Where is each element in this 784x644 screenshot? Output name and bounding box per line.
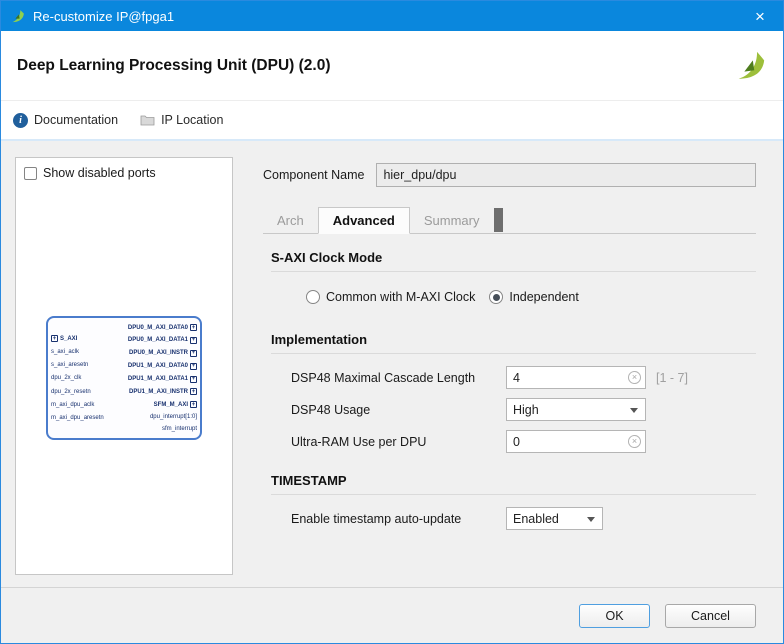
show-disabled-ports-label: Show disabled ports xyxy=(43,166,156,180)
chevron-down-icon xyxy=(630,408,638,413)
ultra-ram-row: Ultra-RAM Use per DPU × xyxy=(291,430,756,453)
timestamp-auto-update-select[interactable]: Enabled xyxy=(506,507,603,530)
diagram-port: DPU1_M_AXI_DATA1 + xyxy=(127,375,197,383)
diagram-right-ports: DPU0_M_AXI_DATA0 + DPU0_M_AXI_DATA1 + DPU0… xyxy=(128,322,197,434)
interface-expand-icon: + xyxy=(190,401,197,409)
dsp48-cascade-label: DSP48 Maximal Cascade Length xyxy=(291,370,476,385)
diagram-port: + S_AXI xyxy=(51,335,78,342)
diagram-port: sfm_interrupt xyxy=(161,426,197,432)
dsp48-cascade-input[interactable] xyxy=(506,366,646,389)
diagram-port: SFM_M_AXI + xyxy=(153,401,197,409)
interface-expand-icon: + xyxy=(190,362,197,370)
diagram-port: s_axi_aclk xyxy=(51,349,80,356)
config-area: Component Name Arch Advanced Summary S-A… xyxy=(249,141,769,589)
timestamp-auto-update-row: Enable timestamp auto-update Enabled xyxy=(291,507,756,530)
diagram-port: DPU0_M_AXI_DATA1 + xyxy=(127,336,197,344)
diagram-port: s_axi_aresetn xyxy=(51,362,89,369)
tab-arch[interactable]: Arch xyxy=(263,208,318,233)
tab-advanced[interactable]: Advanced xyxy=(317,207,410,234)
ultra-ram-label: Ultra-RAM Use per DPU xyxy=(291,434,427,449)
radio-common-maxi-clock[interactable]: Common with M-AXI Clock xyxy=(306,290,475,304)
dialog-toolbar: i Documentation IP Location xyxy=(1,101,783,141)
dialog-footer: OK Cancel xyxy=(1,587,783,643)
ports-preview-panel: Show disabled ports + S_AXI s_axi_aclk s_… xyxy=(15,157,233,575)
dsp48-usage-row: DSP48 Usage High xyxy=(291,398,756,421)
diagram-port: DPU0_M_AXI_DATA0 + xyxy=(127,324,197,331)
radio-independent-label: Independent xyxy=(509,290,579,304)
chevron-down-icon xyxy=(587,517,595,522)
interface-expand-icon: + xyxy=(190,388,197,396)
dsp48-cascade-range-hint: [1 - 7] xyxy=(656,370,688,385)
close-icon: × xyxy=(755,6,765,26)
component-name-row: Component Name xyxy=(263,163,756,187)
tab-strip: Arch Advanced Summary xyxy=(263,205,756,234)
xilinx-logo xyxy=(733,49,767,83)
diagram-port: DPU1_M_AXI_INSTR + xyxy=(128,388,197,396)
radio-common-label: Common with M-AXI Clock xyxy=(326,290,476,304)
page-title: Deep Learning Processing Unit (DPU) (2.0… xyxy=(17,56,331,74)
ok-button[interactable]: OK xyxy=(579,603,650,628)
diagram-port: dpu_interrupt[1:0] xyxy=(149,414,197,421)
diagram-left-ports: + S_AXI s_axi_aclk s_axi_aresetn dpu_2x_c… xyxy=(51,322,104,434)
component-name-label: Component Name xyxy=(263,168,365,182)
radio-independent[interactable]: Independent xyxy=(489,290,579,304)
recustomize-ip-dialog: Re-customize IP@fpga1 × Deep Learning Pr… xyxy=(0,0,784,644)
interface-expand-icon: + xyxy=(190,375,197,383)
diagram-port: m_axi_dpu_aclk xyxy=(51,401,95,408)
vivado-app-icon xyxy=(9,8,26,25)
documentation-label: Documentation xyxy=(34,113,119,127)
interface-expand-icon: + xyxy=(190,324,197,331)
dsp48-usage-value: High xyxy=(513,402,539,417)
dialog-header: Deep Learning Processing Unit (DPU) (2.0… xyxy=(1,31,783,101)
diagram-port: DPU0_M_AXI_INSTR + xyxy=(128,349,197,357)
section-implementation: Implementation xyxy=(271,332,756,354)
clock-mode-options: Common with M-AXI Clock Independent xyxy=(306,290,769,304)
interface-expand-icon: + xyxy=(190,349,197,357)
info-icon: i xyxy=(13,112,28,128)
radio-checked-icon[interactable] xyxy=(489,290,504,304)
ultra-ram-input[interactable] xyxy=(506,430,646,453)
interface-expand-icon: + xyxy=(51,335,58,342)
close-button[interactable]: × xyxy=(737,1,783,31)
section-timestamp: TIMESTAMP xyxy=(271,473,756,495)
interface-expand-icon: + xyxy=(190,336,197,344)
window-title: Re-customize IP@fpga1 xyxy=(33,8,175,24)
ip-location-button[interactable]: IP Location xyxy=(140,113,223,127)
ip-location-label: IP Location xyxy=(161,113,224,127)
clear-icon[interactable]: × xyxy=(628,371,641,384)
advanced-tab-panel: S-AXI Clock Mode Common with M-AXI Clock… xyxy=(249,234,769,589)
diagram-port: dpu_2x_resetn xyxy=(51,388,91,395)
timestamp-auto-update-label: Enable timestamp auto-update xyxy=(291,511,462,526)
diagram-port: dpu_2x_clk xyxy=(51,375,82,382)
cancel-button[interactable]: Cancel xyxy=(665,603,756,628)
radio-unchecked-icon[interactable] xyxy=(306,290,320,304)
tab-strip-edge xyxy=(493,208,503,232)
tab-summary[interactable]: Summary xyxy=(410,208,494,233)
timestamp-auto-update-value: Enabled xyxy=(513,511,559,526)
dsp48-usage-select[interactable]: High xyxy=(506,398,646,421)
dsp48-cascade-row: DSP48 Maximal Cascade Length × [1 - 7] xyxy=(291,366,756,389)
component-name-input[interactable] xyxy=(376,163,756,187)
title-bar[interactable]: Re-customize IP@fpga1 × xyxy=(1,1,783,31)
section-saxi-clock-mode: S-AXI Clock Mode xyxy=(271,250,756,272)
diagram-port: m_axi_dpu_aresetn xyxy=(51,414,104,421)
folder-icon xyxy=(140,114,155,126)
ip-block-diagram[interactable]: + S_AXI s_axi_aclk s_axi_aresetn dpu_2x_c… xyxy=(46,316,202,440)
show-disabled-ports[interactable]: Show disabled ports xyxy=(24,166,156,180)
checkbox-icon[interactable] xyxy=(24,166,37,180)
diagram-port: DPU1_M_AXI_DATA0 + xyxy=(127,362,197,370)
documentation-button[interactable]: i Documentation xyxy=(13,112,119,128)
dialog-body: Show disabled ports + S_AXI s_axi_aclk s_… xyxy=(1,141,783,589)
clear-icon[interactable]: × xyxy=(628,435,641,448)
dsp48-usage-label: DSP48 Usage xyxy=(291,402,371,417)
